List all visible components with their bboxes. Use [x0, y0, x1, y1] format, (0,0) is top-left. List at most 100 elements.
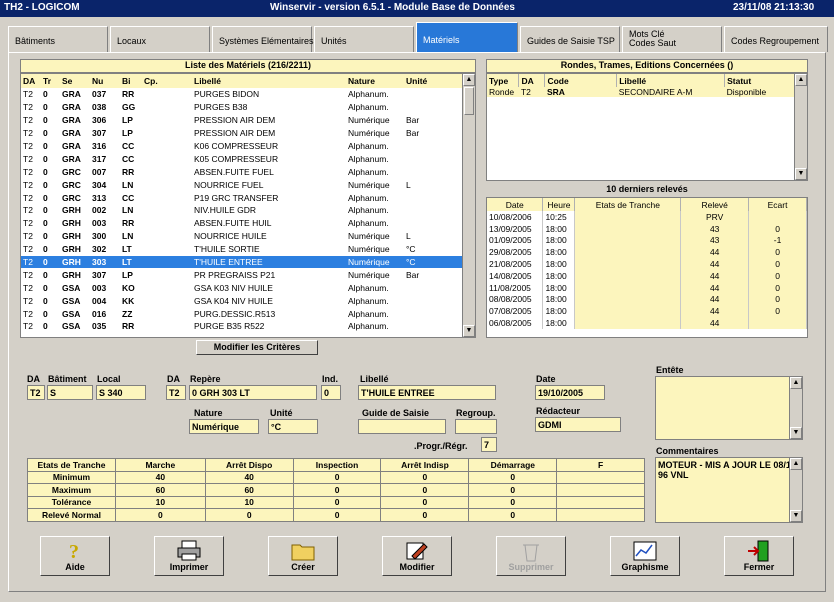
table-cell[interactable]: 0 [468, 508, 558, 522]
column-header[interactable]: Cp. [142, 74, 192, 88]
table-cell[interactable]: 0 [292, 495, 382, 509]
table-cell[interactable]: 40 [204, 470, 294, 484]
table-cell[interactable]: 60 [114, 483, 206, 497]
table-cell[interactable]: 0 [380, 483, 470, 497]
table-row[interactable]: T2 0 GRA 317 CC K05 COMPRESSEUR Alphanum. [21, 152, 464, 165]
table-cell[interactable]: 0 [468, 495, 558, 509]
column-header[interactable]: DA [518, 74, 546, 87]
scroll-down-arrow[interactable]: ▼ [463, 325, 475, 337]
table-cell[interactable] [556, 495, 645, 509]
tab-systemes-elementaires[interactable]: Systèmes Elémentaires [212, 26, 314, 52]
graphisme-button[interactable]: Graphisme [610, 536, 680, 576]
table-cell[interactable]: 0 [468, 483, 558, 497]
scroll-up-arrow[interactable]: ▲ [463, 74, 475, 86]
table-row[interactable]: T2 0 GRH 303 LT T'HUILE ENTREE Numérique °C [21, 255, 464, 269]
table-cell[interactable] [556, 508, 645, 522]
table-row[interactable]: T2 0 GSA 016 ZZ PURG.DESSIC.R513 Alphanum. [21, 307, 464, 320]
scroll-down-arrow[interactable]: ▼ [795, 168, 807, 180]
batiment-field[interactable]: S [47, 385, 93, 400]
table-row[interactable]: T2 0 GSA 035 RR PURGE B35 R522 Alphanum. [21, 320, 464, 333]
table-cell[interactable]: 40 [114, 470, 206, 484]
scroll-up-arrow[interactable]: ▲ [795, 74, 807, 86]
local-field[interactable]: S 340 [96, 385, 146, 400]
column-header[interactable]: Se [60, 74, 90, 88]
aide-button[interactable]: ? Aide [40, 536, 110, 576]
column-header[interactable]: Bi [120, 74, 142, 88]
entete-field[interactable] [655, 376, 803, 440]
table-row[interactable]: T2 0 GRH 307 LP PR PREGRAISS P21 Numérique Bar [21, 268, 464, 281]
redacteur-field[interactable]: GDMI [535, 417, 621, 432]
table-row[interactable]: T2 0 GRH 002 LN NIV.HUILE GDR Alphanum. [21, 204, 464, 217]
commentaires-scrollbar[interactable]: ▲ ▼ [789, 458, 802, 522]
table-row[interactable]: T2 0 GRA 038 GG PURGES B38 Alphanum. [21, 101, 464, 114]
da2-field[interactable]: T2 [166, 385, 186, 400]
column-header[interactable]: Libellé [192, 74, 346, 88]
scroll-thumb[interactable] [464, 87, 474, 115]
table-cell[interactable]: 0 [292, 483, 382, 497]
table-cell[interactable]: 0 [380, 508, 470, 522]
table-row[interactable]: T2 0 GRA 307 LP PRESSION AIR DEM Numérique Bar [21, 127, 464, 140]
table-cell[interactable] [556, 470, 645, 484]
table-cell[interactable]: 0 [204, 508, 294, 522]
progr-field[interactable]: 7 [481, 437, 497, 452]
table-cell[interactable]: 0 [468, 470, 558, 484]
supprimer-button[interactable]: Supprimer [496, 536, 566, 576]
table-cell[interactable]: 0 [292, 508, 382, 522]
table-row[interactable]: T2 0 GRA 306 LP PRESSION AIR DEM Numérique Bar [21, 114, 464, 127]
column-header[interactable]: Nu [90, 74, 120, 88]
libelle-field[interactable]: T'HUILE ENTREE [358, 385, 496, 400]
fermer-button[interactable]: Fermer [724, 536, 794, 576]
guide-field[interactable] [358, 419, 446, 434]
scroll-down-arrow[interactable]: ▼ [790, 510, 802, 522]
table-row[interactable]: T2 0 GSA 004 KK GSA K04 NIV HUILE Alphanum. [21, 294, 464, 307]
table-row[interactable]: T2 0 GRH 302 LT T'HUILE SORTIE Numérique °C [21, 243, 464, 256]
tab-guides-saisie[interactable]: Guides de Saisie TSP [520, 26, 620, 52]
nature-field[interactable]: Numérique [189, 419, 259, 434]
table-cell[interactable]: 60 [204, 483, 294, 497]
commentaires-field[interactable]: MOTEUR - MIS A JOUR LE 08/10/ 96 VNL [655, 457, 803, 523]
tab-locaux[interactable]: Locaux [110, 26, 210, 52]
table-row[interactable]: T2 0 GRC 313 CC P19 GRC TRANSFER Alphanum. [21, 191, 464, 204]
table-row[interactable]: T2 0 GRC 304 LN NOURRICE FUEL Numérique L [21, 178, 464, 191]
table-row[interactable]: Ronde T2 SRA SECONDAIRE A-M Disponible [487, 87, 795, 97]
tab-mots-cle[interactable]: Mots Clé Codes Saut [622, 26, 722, 52]
table-cell[interactable]: 0 [292, 470, 382, 484]
table-cell[interactable]: 10 [114, 495, 206, 509]
regroup-field[interactable] [455, 419, 497, 434]
imprimer-button[interactable]: Imprimer [154, 536, 224, 576]
da-field[interactable]: T2 [27, 385, 45, 400]
table-row[interactable]: T2 0 GRH 003 RR ABSEN.FUITE HUIL Alphanum. [21, 217, 464, 230]
tab-unites[interactable]: Unités [314, 26, 414, 52]
table-row[interactable]: T2 0 GRA 037 RR PURGES BIDON Alphanum. [21, 88, 464, 101]
table-row[interactable]: T2 0 GRC 007 RR ABSEN.FUITE FUEL Alphanum. [21, 165, 464, 178]
modifier-button[interactable]: Modifier [382, 536, 452, 576]
column-header[interactable]: Statut [724, 74, 795, 87]
ind-field[interactable]: 0 [321, 385, 341, 400]
entete-scrollbar[interactable]: ▲ ▼ [789, 377, 802, 439]
tab-codes-regroupement[interactable]: Codes Regroupement [724, 26, 828, 52]
modify-criteria-button[interactable]: Modifier les Critères [196, 340, 318, 355]
table-row[interactable]: T2 0 GSA 003 KO GSA K03 NIV HUILE Alphanum. [21, 281, 464, 294]
column-header[interactable]: Libellé [616, 74, 726, 87]
table-cell[interactable]: 10 [204, 495, 294, 509]
scroll-up-arrow[interactable]: ▲ [790, 377, 802, 389]
tab-batiments[interactable]: Bâtiments [8, 26, 108, 52]
table-cell[interactable]: 0 [380, 495, 470, 509]
scroll-down-arrow[interactable]: ▼ [790, 427, 802, 439]
materiels-scrollbar[interactable]: ▲ ▼ [462, 74, 475, 337]
table-cell[interactable]: 0 [380, 470, 470, 484]
table-cell[interactable] [556, 483, 645, 497]
creer-button[interactable]: Créer [268, 536, 338, 576]
column-header[interactable]: DA [21, 74, 41, 88]
repere-field[interactable]: 0 GRH 303 LT [189, 385, 317, 400]
tab-materiels[interactable]: Matériels [416, 22, 518, 52]
table-row[interactable]: T2 0 GRA 316 CC K06 COMPRESSEUR Alphanum. [21, 140, 464, 153]
column-header[interactable]: Unité [404, 74, 464, 88]
scroll-up-arrow[interactable]: ▲ [790, 458, 802, 470]
column-header[interactable]: Tr [41, 74, 60, 88]
table-cell[interactable]: 0 [114, 508, 206, 522]
rondes-scrollbar[interactable]: ▲ ▼ [794, 74, 807, 180]
column-header[interactable]: Type [487, 74, 520, 87]
column-header[interactable]: Nature [346, 74, 404, 88]
date-field[interactable]: 19/10/2005 [535, 385, 605, 400]
